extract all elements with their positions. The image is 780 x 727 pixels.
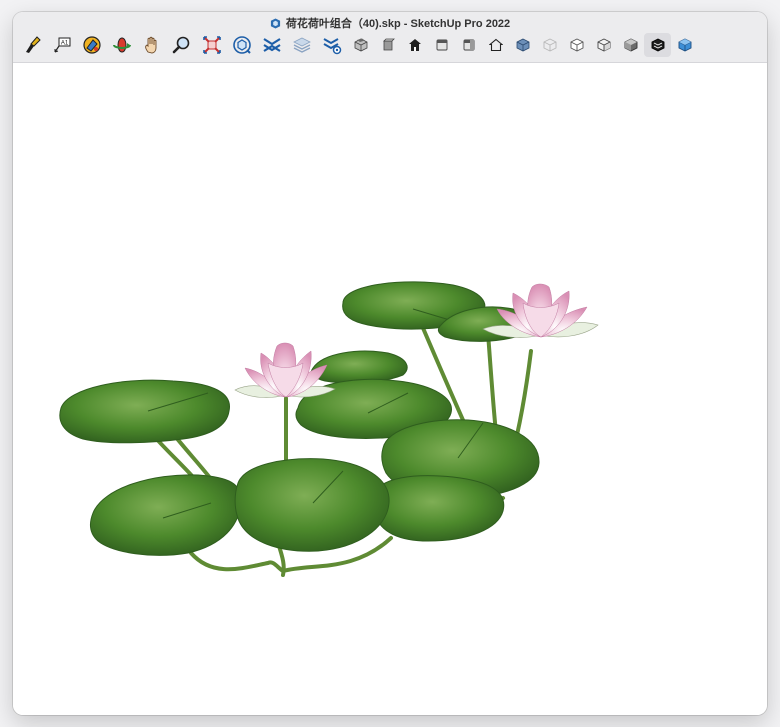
- zoom-extents-tool-button[interactable]: [197, 33, 227, 57]
- view-front-icon: [408, 39, 421, 51]
- style-shaded-textures-icon: [624, 38, 637, 52]
- front-view-button[interactable]: [401, 33, 428, 57]
- window-title-group: 荷花荷叶组合（40).skp - SketchUp Pro 2022: [13, 15, 767, 31]
- lotus-flower-left: [234, 342, 336, 398]
- view-iso-icon: [354, 38, 367, 52]
- pan-hand-icon: [145, 36, 157, 54]
- back-edges-style-button[interactable]: [671, 33, 698, 57]
- xray-style-button[interactable]: [509, 33, 536, 57]
- extension-warehouse-icon: [263, 38, 281, 52]
- extension-manager-icon: [323, 38, 342, 55]
- hidden-line-style-button[interactable]: [563, 33, 590, 57]
- lotus-flower-right: [482, 283, 599, 338]
- style-monochrome-icon: [651, 38, 664, 52]
- pan-tool-button[interactable]: [137, 33, 167, 57]
- layers-icon: [293, 37, 311, 53]
- view-right-icon: [436, 39, 447, 51]
- style-xray-icon: [516, 38, 529, 52]
- back-view-button[interactable]: [455, 33, 482, 57]
- extension-warehouse-tool-button[interactable]: [257, 33, 287, 57]
- view-left-icon: [488, 38, 503, 52]
- model-viewport[interactable]: [13, 63, 767, 715]
- zoom-tool-button[interactable]: [167, 33, 197, 57]
- view-back-icon: [463, 39, 474, 51]
- shaded-style-button[interactable]: [590, 33, 617, 57]
- view-top-icon: [382, 38, 395, 51]
- lily-pad-right-front: [373, 475, 505, 542]
- window-title: 荷花荷叶组合（40).skp - SketchUp Pro 2022: [285, 18, 511, 30]
- style-shaded-icon: [597, 38, 610, 52]
- main-toolbar: A1: [17, 32, 698, 58]
- lotus-model-scene[interactable]: [13, 63, 767, 715]
- text-label-icon: A1: [54, 37, 71, 53]
- style-back-edges-icon: [678, 38, 691, 52]
- sketchup-window: 荷花荷叶组合（40).skp - SketchUp Pro 2022 A1: [13, 12, 767, 715]
- orbit-icon: [113, 37, 131, 53]
- lily-pad-front-left: [89, 474, 242, 556]
- style-hidden-line-icon: [570, 38, 583, 52]
- paint-bucket-tool-button[interactable]: [77, 33, 107, 57]
- svg-text:A1: A1: [61, 41, 69, 47]
- lily-pad-left: [59, 379, 230, 444]
- sketchup-app-icon: [270, 17, 280, 29]
- text-tool-button[interactable]: A1: [47, 33, 77, 57]
- zoom-icon: [172, 36, 190, 54]
- extension-manager-tool-button[interactable]: [317, 33, 347, 57]
- right-view-button[interactable]: [428, 33, 455, 57]
- iso-view-button[interactable]: [347, 33, 374, 57]
- monochrome-style-button[interactable]: [644, 33, 671, 57]
- style-wireframe-icon: [543, 38, 556, 52]
- paint-select-icon: [26, 36, 41, 53]
- paint-select-tool-button[interactable]: [17, 33, 47, 57]
- paint-bucket-icon: [83, 36, 101, 54]
- 3d-warehouse-icon: [233, 36, 251, 54]
- 3d-warehouse-tool-button[interactable]: [227, 33, 257, 57]
- left-view-button[interactable]: [482, 33, 509, 57]
- zoom-extents-icon: [203, 36, 221, 54]
- wireframe-style-button[interactable]: [536, 33, 563, 57]
- layers-tool-button[interactable]: [287, 33, 317, 57]
- top-view-button[interactable]: [374, 33, 401, 57]
- title-bar: 荷花荷叶组合（40).skp - SketchUp Pro 2022 A1: [13, 12, 767, 63]
- orbit-tool-button[interactable]: [107, 33, 137, 57]
- shaded-textures-style-button[interactable]: [617, 33, 644, 57]
- lily-pad-front-center: [234, 458, 390, 552]
